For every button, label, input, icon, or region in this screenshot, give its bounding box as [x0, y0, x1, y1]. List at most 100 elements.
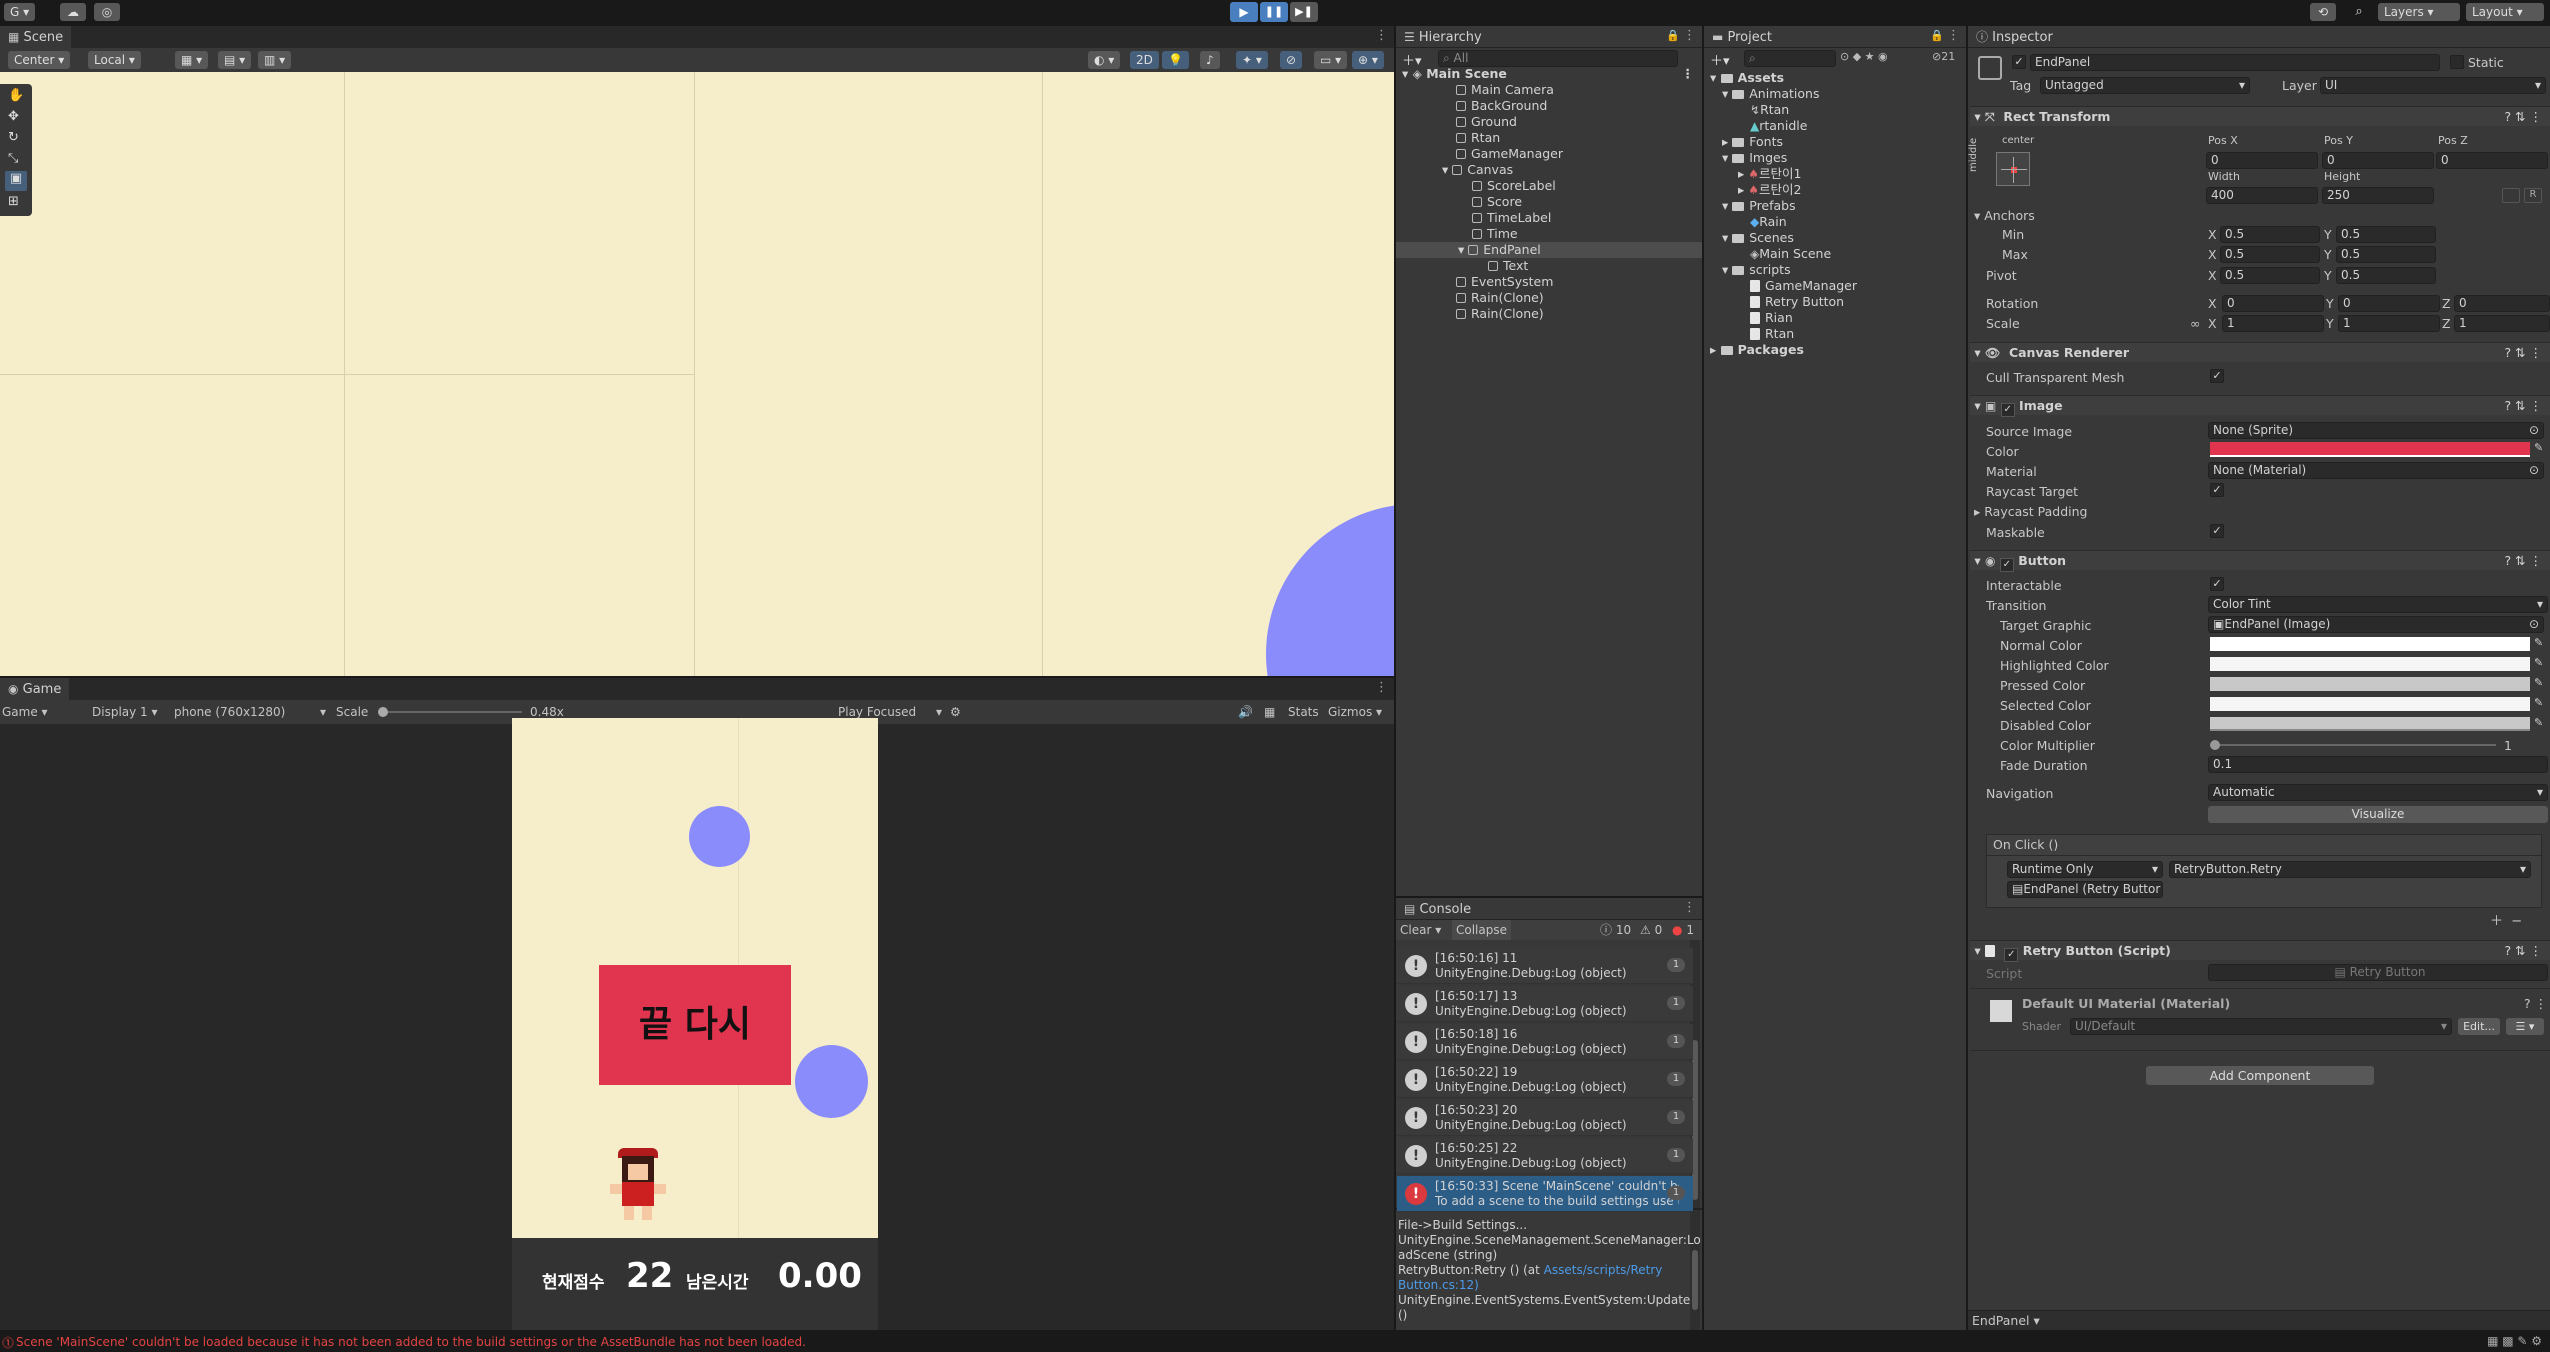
project-item-assets[interactable]: ▾ Assets — [1710, 70, 1784, 86]
stack-link[interactable]: Assets/scripts/Retry — [1544, 1263, 1663, 1277]
eyedropper-icon[interactable]: ✎ — [2534, 676, 2543, 689]
add-event-button[interactable]: ＋ − — [2490, 910, 2522, 929]
scale-x[interactable]: 1 — [2222, 315, 2324, 332]
bug-icon[interactable]: ⚙ — [950, 700, 961, 724]
source-image-field[interactable]: None (Sprite) ⊙ — [2208, 422, 2544, 439]
selected-color-swatch[interactable] — [2210, 697, 2530, 711]
hierarchy-item[interactable]: TimeLabel — [1472, 210, 1551, 226]
material-field[interactable]: None (Material) ⊙ — [2208, 462, 2544, 479]
cull-checkbox[interactable]: ✓ — [2210, 369, 2224, 383]
tab-hierarchy[interactable]: ☰ Hierarchy — [1396, 26, 1702, 48]
eyedropper-icon[interactable]: ✎ — [2534, 441, 2543, 454]
display-dropdown[interactable]: Display 1 ▾ — [92, 700, 158, 724]
preview-dropdown[interactable]: EndPanel ▾ — [1972, 1313, 2040, 1328]
gizmos-dropdown[interactable]: Gizmos ▾ — [1328, 700, 1382, 724]
end-panel[interactable]: 끝 다시 — [599, 965, 791, 1085]
cloud-icon[interactable]: ☁ — [60, 3, 86, 21]
hierarchy-item[interactable]: Rain(Clone) — [1456, 290, 1544, 306]
console-log-row[interactable]: ! [16:50:22] 19 UnityEngine.Debug:Log (obj… — [1397, 1062, 1693, 1098]
anchors-foldout[interactable]: ▾ Anchors — [1974, 208, 2035, 223]
grid-snap-button[interactable]: ▦ ▾ — [175, 51, 209, 69]
transform-tool-icon[interactable]: ⊞ — [8, 194, 19, 209]
project-item[interactable]: ▾ Prefabs — [1722, 198, 1796, 214]
project-item[interactable]: ◆ Rain — [1750, 214, 1787, 230]
mode-2d-toggle[interactable]: 2D — [1130, 51, 1159, 69]
hierarchy-item[interactable]: ▾ Canvas — [1442, 162, 1513, 178]
anchor-min-y[interactable]: 0.5 — [2336, 226, 2436, 243]
project-item[interactable]: GameManager — [1750, 278, 1857, 294]
effects-icon[interactable]: ✦ ▾ — [1236, 51, 1268, 69]
project-item[interactable]: ▸ ♠ 르탄이1 — [1738, 166, 1801, 182]
game-viewport[interactable]: 끝 다시 현재점수 22 남은시간 0.00 — [512, 718, 878, 1330]
pivot-y[interactable]: 0.5 — [2336, 267, 2436, 284]
disabled-color-swatch[interactable] — [2210, 717, 2530, 731]
hierarchy-item[interactable]: Main Camera — [1456, 82, 1554, 98]
tab-console[interactable]: ▤ Console — [1396, 898, 1702, 920]
anchor-max-x[interactable]: 0.5 — [2220, 246, 2320, 263]
static-checkbox[interactable] — [2450, 55, 2464, 69]
project-item[interactable]: ▲ rtanidle — [1750, 118, 1807, 134]
anchor-min-x[interactable]: 0.5 — [2220, 226, 2320, 243]
stack-link[interactable]: Button.cs:12) — [1398, 1278, 1690, 1293]
color-multiplier-handle[interactable] — [2210, 740, 2220, 750]
link-icon[interactable]: ∞ — [2190, 316, 2200, 331]
pos-z-field[interactable]: 0 — [2436, 152, 2548, 169]
console-scrollbar-detail[interactable] — [1690, 1210, 1700, 1330]
pause-button[interactable]: ❚❚ — [1260, 2, 1288, 22]
onclick-object-field[interactable]: ▤EndPanel (Retry Buttor — [2007, 881, 2163, 898]
project-item[interactable]: Retry Button — [1750, 294, 1844, 310]
maskable-checkbox[interactable]: ✓ — [2210, 524, 2224, 538]
active-checkbox[interactable]: ✓ — [2012, 55, 2026, 69]
tab-project[interactable]: ▬ Project — [1704, 26, 1966, 48]
log-count-toggle[interactable]: ⓘ 10 — [1600, 920, 1631, 940]
hierarchy-item[interactable]: Text — [1488, 258, 1528, 274]
raycast-padding-foldout[interactable]: ▸ Raycast Padding — [1974, 504, 2087, 519]
raw-edit-icon[interactable]: R — [2524, 188, 2542, 203]
project-item[interactable]: ▾ Animations — [1722, 86, 1820, 102]
play-button[interactable]: ▶ — [1230, 2, 1258, 22]
retry-script-header[interactable]: ▾ ✓ Retry Button (Script)? ⇅ ⋮ — [1970, 940, 2550, 962]
move-tool-icon[interactable]: ✥ — [8, 109, 19, 124]
pressed-color-swatch[interactable] — [2210, 677, 2530, 691]
panel-menu-icon[interactable]: ⋮ — [1375, 28, 1388, 43]
scale-y[interactable]: 1 — [2338, 315, 2440, 332]
canvas-renderer-header[interactable]: ▾ 👁 Canvas Renderer? ⇅ ⋮ — [1970, 342, 2550, 362]
fade-duration-field[interactable]: 0.1 — [2208, 756, 2548, 773]
width-field[interactable]: 400 — [2206, 187, 2318, 204]
rotation-z[interactable]: 0 — [2454, 295, 2550, 312]
hierarchy-item[interactable]: Ground — [1456, 114, 1517, 130]
console-log-row[interactable]: ! [16:50:25] 22 UnityEngine.Debug:Log (obj… — [1397, 1138, 1693, 1174]
lock-icon[interactable]: 🔒 — [1666, 29, 1680, 42]
game-mode-dropdown[interactable]: Game ▾ — [2, 700, 48, 724]
lighting-icon[interactable]: 💡 — [1162, 51, 1189, 69]
target-graphic-field[interactable]: ▣EndPanel (Image) ⊙ — [2208, 616, 2544, 633]
panel-menu-icon[interactable]: ⋮ — [1375, 680, 1388, 695]
pivot-center-dropdown[interactable]: Center ▾ — [8, 51, 71, 69]
project-item-packages[interactable]: ▸ Packages — [1710, 342, 1804, 358]
collab-icon[interactable]: ◎ — [94, 3, 120, 21]
add-component-button[interactable]: Add Component — [2146, 1066, 2374, 1085]
lock-icon[interactable]: 🔒 — [1930, 29, 1944, 42]
resolution-dropdown[interactable]: phone (760x1280) ▾ — [174, 700, 326, 724]
rect-transform-header[interactable]: ▾ ⤧ Rect Transform? ⇅ ⋮ — [1970, 106, 2550, 126]
project-item[interactable]: ↯ Rtan — [1750, 102, 1789, 118]
anchor-preset-button[interactable] — [1996, 152, 2030, 186]
scale-slider[interactable] — [378, 707, 522, 717]
normal-color-swatch[interactable] — [2210, 637, 2530, 651]
console-detail[interactable]: File->Build Settings... UnityEngine.Scen… — [1398, 1218, 1701, 1323]
project-item[interactable]: ▸ Fonts — [1722, 134, 1783, 150]
account-button[interactable]: G ▾ — [4, 3, 36, 21]
transition-dropdown[interactable]: Color Tint ▾ — [2208, 596, 2548, 613]
pos-x-field[interactable]: 0 — [2206, 152, 2318, 169]
hand-tool-icon[interactable]: ✋ — [8, 88, 24, 103]
navigation-dropdown[interactable]: Automatic ▾ — [2208, 784, 2548, 801]
warn-count-toggle[interactable]: ⚠ 0 — [1640, 920, 1662, 940]
shader-edit-button[interactable]: Edit... — [2458, 1018, 2500, 1035]
visibility-icon[interactable]: ⊘ — [1280, 51, 1303, 69]
gizmos-icon[interactable]: ⊕ ▾ — [1352, 51, 1384, 69]
button-component-header[interactable]: ▾ ◉ ✓ Button? ⇅ ⋮ — [1970, 550, 2550, 572]
collapse-button[interactable]: Collapse — [1452, 920, 1511, 940]
hidden-count-badge[interactable]: ⊘21 — [1932, 50, 1955, 63]
scale-z[interactable]: 1 — [2454, 315, 2550, 332]
mute-icon[interactable]: 🔊 — [1238, 700, 1253, 724]
